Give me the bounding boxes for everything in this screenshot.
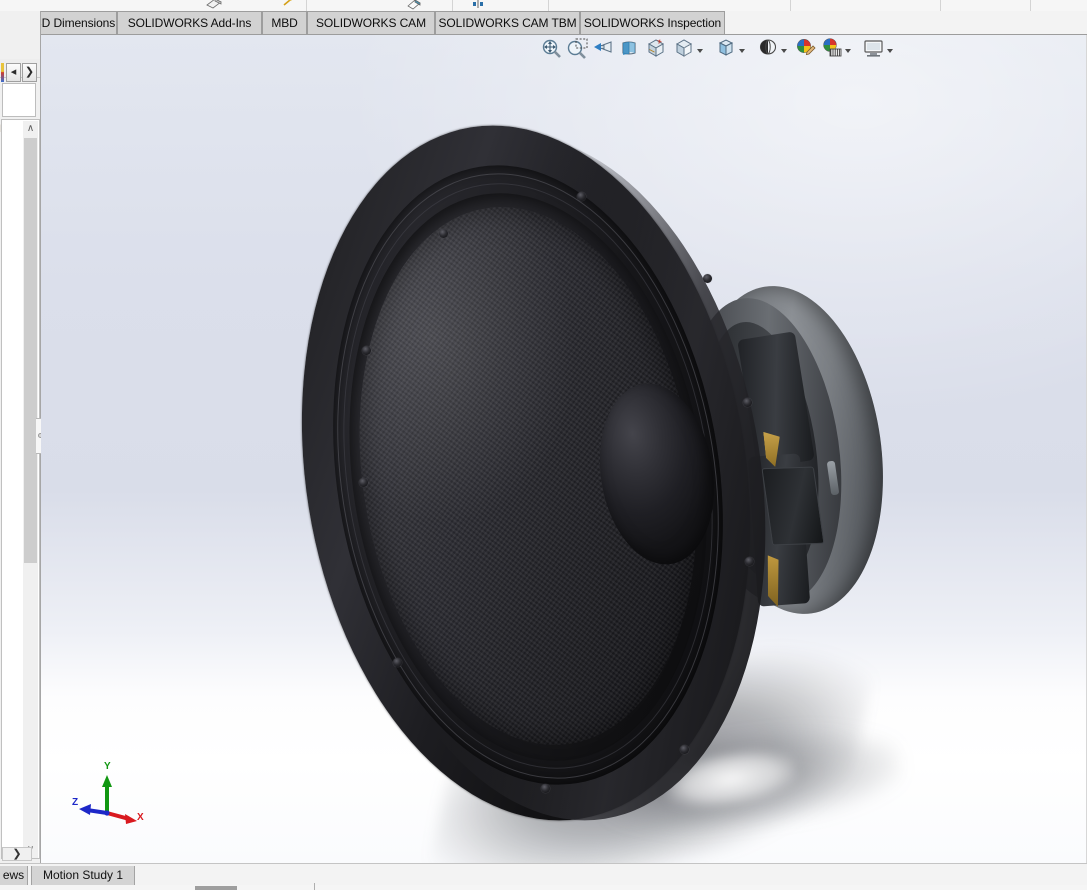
tab-solidworks-cam[interactable]: SOLIDWORKS CAM (307, 11, 435, 34)
tree-nav-forward-button[interactable]: ❯ (22, 63, 37, 82)
bottom-tab-model-views-clipped[interactable]: ews (0, 866, 28, 885)
tab-solidworks-cam-tbm[interactable]: SOLIDWORKS CAM TBM (435, 11, 580, 34)
feature-tree-list[interactable]: ∧ ∨ (1, 119, 40, 859)
ribbon-separator (548, 0, 549, 11)
tab-label: SOLIDWORKS CAM (316, 16, 426, 30)
solidworks-window: te MBD Dimensions SOLIDWORKS Add-Ins MBD… (0, 0, 1087, 890)
apply-scene-icon[interactable] (793, 35, 819, 63)
zoom-to-fit-icon[interactable] (539, 35, 565, 63)
tree-nav-back-button[interactable]: ◂ (6, 63, 21, 82)
weldments-icon[interactable] (278, 0, 298, 11)
heads-up-view-toolbar (41, 35, 1087, 63)
mounting-hole (439, 229, 448, 238)
tab-label: SOLIDWORKS Inspection (583, 16, 722, 30)
mounting-hole (541, 784, 550, 793)
tab-label: MBD (271, 16, 298, 30)
display-monitor-chevron-down-icon[interactable] (886, 46, 895, 55)
property-manager-colorbar (1, 63, 4, 82)
scrollbar-thumb[interactable] (24, 138, 37, 563)
triad-y-label: Y (104, 761, 111, 772)
triad-z-text: Z (72, 797, 79, 808)
command-manager-tabbar: te MBD Dimensions SOLIDWORKS Add-Ins MBD… (0, 11, 1087, 35)
previous-view-icon[interactable] (591, 35, 617, 63)
edit-appearance-icon[interactable] (755, 35, 781, 63)
display-style-icon[interactable] (671, 35, 697, 63)
graphics-viewport[interactable]: Y X Z (41, 35, 1087, 863)
ribbon-separator (1030, 0, 1031, 11)
triad-x-label: X (137, 812, 144, 823)
bottom-tab-motion-study-1[interactable]: Motion Study 1 (31, 866, 135, 885)
panel-expand-label: ❯ (12, 848, 22, 860)
view-orientation-icon[interactable] (643, 35, 669, 63)
terminal-block (761, 466, 825, 546)
mounting-hole (359, 478, 368, 487)
nav-back-label: ◂ (10, 66, 17, 78)
mounting-hole (577, 192, 586, 201)
feature-manager-panel: ◂ ❯ Displ ∧ ∨ ❯ (0, 11, 41, 863)
bottom-tab-label: Motion Study 1 (42, 868, 124, 882)
scroll-up-label: ∧ (26, 123, 35, 134)
ribbon-separator (306, 0, 307, 11)
triad-x-text: X (137, 812, 144, 823)
sheet-metal-icon[interactable] (204, 0, 224, 11)
feature-tree-scrollbar[interactable]: ∧ ∨ (23, 121, 38, 858)
mounting-hole (703, 274, 712, 283)
section-view-icon[interactable] (617, 35, 643, 63)
scroll-up-arrow-icon[interactable]: ∧ (23, 121, 38, 137)
mounting-hole (680, 745, 689, 754)
tab-mbd[interactable]: MBD (262, 11, 307, 34)
mold-tools-icon[interactable] (404, 0, 424, 11)
bottom-tabbar: ews Motion Study 1 (0, 863, 1087, 890)
bottom-tab-label: ews (2, 868, 25, 882)
status-bar (0, 885, 1087, 890)
appearance-chevron-down-icon[interactable] (780, 46, 789, 55)
mounting-hole (745, 557, 754, 566)
dimxpert-icon[interactable] (468, 0, 488, 11)
hide-show-chevron-down-icon[interactable] (738, 46, 747, 55)
tab-label: SOLIDWORKS CAM TBM (438, 16, 577, 30)
panel-expand-button[interactable]: ❯ (2, 847, 32, 861)
mounting-hole (362, 346, 371, 355)
status-bar-divider (314, 883, 315, 890)
view-settings-chevron-down-icon[interactable] (844, 46, 853, 55)
status-bar-block (195, 886, 237, 890)
tab-solidworks-add-ins[interactable]: SOLIDWORKS Add-Ins (117, 11, 262, 34)
ribbon-separator (790, 0, 791, 11)
hide-show-items-icon[interactable] (713, 35, 739, 63)
display-monitor-icon[interactable] (861, 35, 887, 63)
ribbon-separator (940, 0, 941, 11)
tab-solidworks-inspection[interactable]: SOLIDWORKS Inspection (580, 11, 725, 34)
loudspeaker-model[interactable] (41, 35, 1087, 863)
mounting-hole (743, 398, 752, 407)
nav-forward-label: ❯ (24, 66, 35, 78)
mounting-hole (393, 658, 402, 667)
triad-z-label: Z (72, 797, 78, 808)
zoom-to-area-icon[interactable] (565, 35, 591, 63)
view-settings-icon[interactable] (819, 35, 845, 63)
feature-tree-filter-box[interactable] (2, 83, 36, 117)
display-style-chevron-down-icon[interactable] (696, 46, 705, 55)
triad-y-text: Y (104, 761, 111, 772)
ribbon-separator (452, 0, 453, 11)
tab-label: SOLIDWORKS Add-Ins (127, 16, 252, 30)
reference-triad: Y X Z (71, 755, 161, 845)
